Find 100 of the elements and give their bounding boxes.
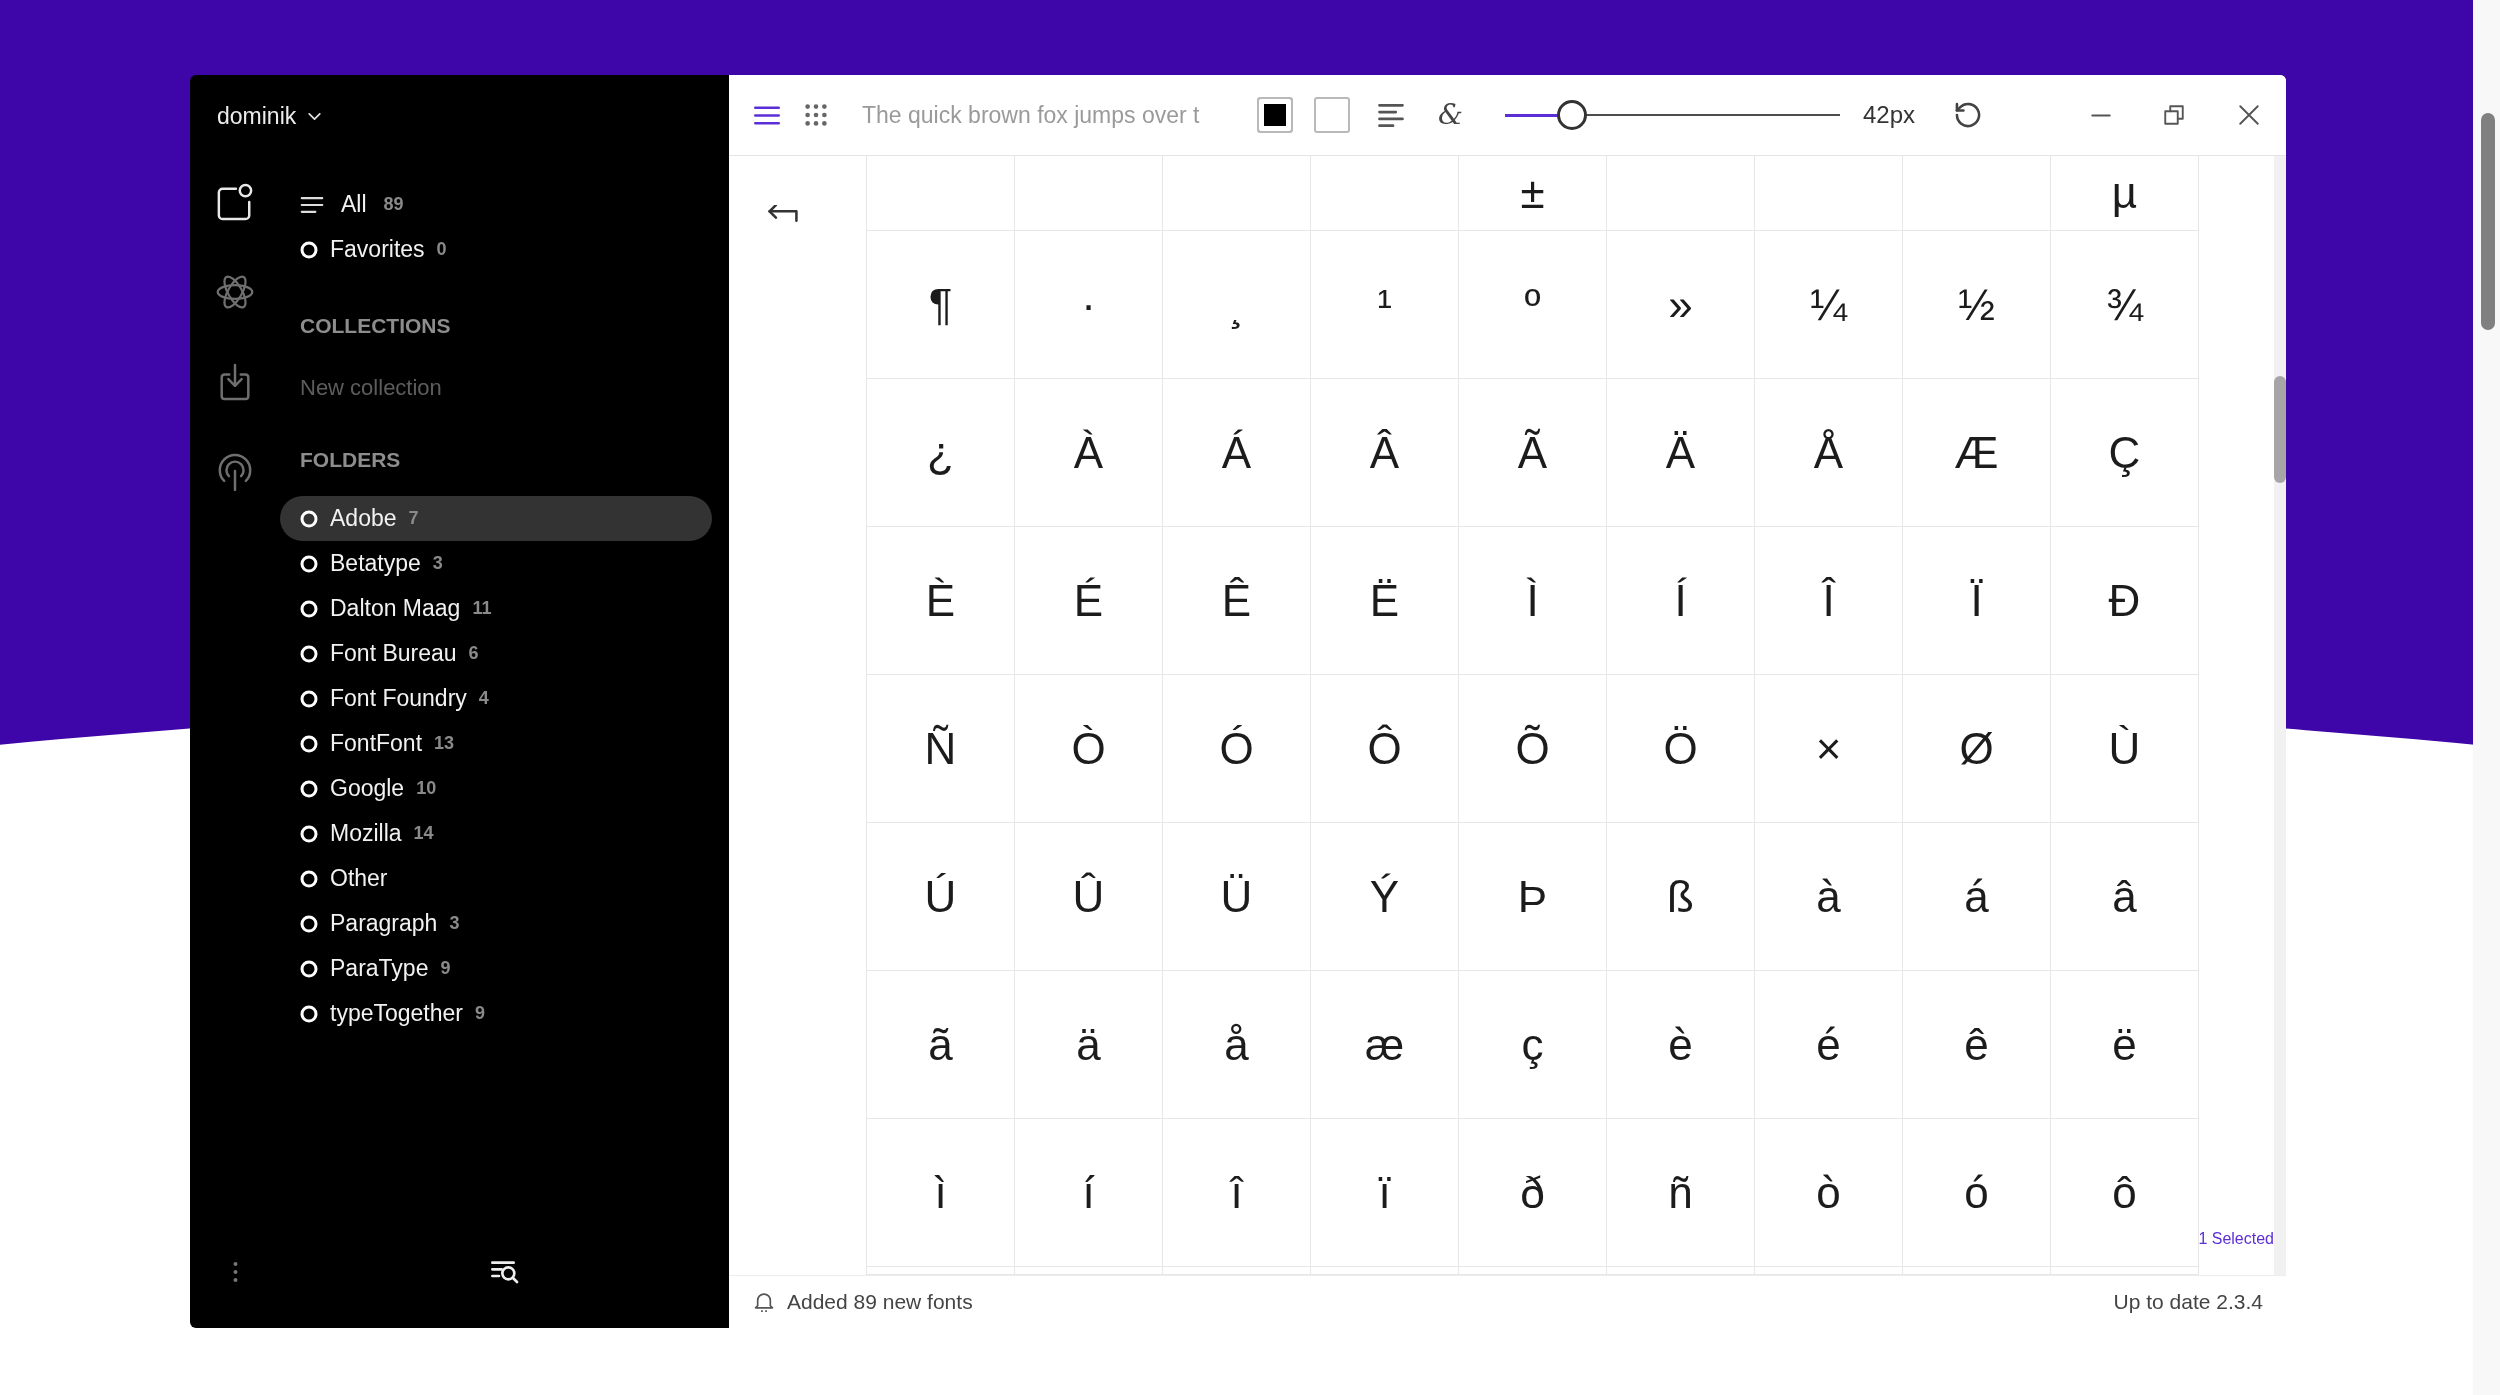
folder-item[interactable]: Adobe 7	[280, 496, 712, 541]
glyph-cell[interactable]: à	[1755, 823, 1903, 971]
glyph-cell[interactable]: Ç	[2051, 379, 2199, 527]
glyph-cell[interactable]	[1311, 156, 1459, 231]
scrollbar-thumb[interactable]	[2274, 376, 2286, 483]
glyph-cell[interactable]: æ	[1311, 971, 1459, 1119]
close-icon[interactable]	[2239, 105, 2259, 125]
folder-item[interactable]: ParaType 9	[280, 946, 712, 991]
folder-item[interactable]: Other	[280, 856, 712, 901]
glyph-cell[interactable]: Ø	[1903, 675, 2051, 823]
glyph-cell[interactable]	[867, 156, 1015, 231]
glyph-cell[interactable]: È	[867, 527, 1015, 675]
scrollbar-thumb[interactable]	[2481, 113, 2495, 330]
glyph-cell[interactable]: Ù	[2051, 675, 2199, 823]
folder-item[interactable]: Font Foundry 4	[280, 676, 712, 721]
glyph-cell[interactable]: ë	[2051, 971, 2199, 1119]
glyph-cell[interactable]: Ì	[1459, 527, 1607, 675]
glyph-cell[interactable]: å	[1163, 971, 1311, 1119]
glyph-cell[interactable]: Å	[1755, 379, 1903, 527]
glyph-cell[interactable]: Û	[1015, 823, 1163, 971]
align-left-icon[interactable]	[1378, 103, 1404, 127]
glyph-cell[interactable]: Î	[1755, 527, 1903, 675]
user-menu-button[interactable]: dominik	[217, 102, 322, 130]
glyph-cell[interactable]: Ò	[1015, 675, 1163, 823]
glyph-cell[interactable]: Á	[1163, 379, 1311, 527]
minimize-icon[interactable]	[2091, 113, 2111, 117]
glyph-cell[interactable]: á	[1903, 823, 2051, 971]
color-swatch[interactable]	[1257, 97, 1293, 133]
slider-thumb[interactable]	[1556, 100, 1587, 130]
glyph-cell[interactable]: ç	[1459, 971, 1607, 1119]
glyph-cell[interactable]	[1903, 156, 2051, 231]
glyph-cell[interactable]: ¶	[867, 231, 1015, 379]
glyph-cell[interactable]: Ð	[2051, 527, 2199, 675]
folder-item[interactable]: Google 10	[280, 766, 712, 811]
glyph-cell[interactable]: ò	[1755, 1119, 1903, 1267]
new-collection-field[interactable]: New collection	[300, 365, 600, 410]
nav-item[interactable]: All 89	[280, 182, 712, 227]
glyph-cell[interactable]: ï	[1311, 1119, 1459, 1267]
glyph-cell[interactable]: ó	[1903, 1119, 2051, 1267]
broadcast-icon[interactable]	[216, 453, 254, 491]
glyph-cell[interactable]: Ö	[1607, 675, 1755, 823]
glyph-cell[interactable]: Ó	[1163, 675, 1311, 823]
glyph-cell[interactable]: ã	[867, 971, 1015, 1119]
glyph-cell[interactable]: º	[1459, 231, 1607, 379]
folder-item[interactable]: Betatype 3	[280, 541, 712, 586]
glyph-cell[interactable]: ¼	[1755, 231, 1903, 379]
grid-view-icon[interactable]	[805, 104, 827, 126]
folder-item[interactable]: Mozilla 14	[280, 811, 712, 856]
glyph-cell[interactable]	[1607, 156, 1755, 231]
glyph-cell[interactable]: ñ	[1607, 1119, 1755, 1267]
search-list-icon[interactable]	[490, 1260, 519, 1284]
glyph-cell[interactable]: Â	[1311, 379, 1459, 527]
reset-icon[interactable]	[1955, 102, 1981, 128]
glyph-cell[interactable]: é	[1755, 971, 1903, 1119]
color-swatch[interactable]	[1314, 97, 1350, 133]
glyph-cell[interactable]: ¾	[2051, 231, 2199, 379]
glyph-cell[interactable]: Ô	[1311, 675, 1459, 823]
glyph-cell[interactable]: ¹	[1311, 231, 1459, 379]
glyph-cell[interactable]	[1015, 156, 1163, 231]
folder-item[interactable]: Dalton Maag 11	[280, 586, 712, 631]
glyph-cell[interactable]: Ñ	[867, 675, 1015, 823]
glyph-cell[interactable]: í	[1015, 1119, 1163, 1267]
glyph-cell[interactable]: ·	[1015, 231, 1163, 379]
folder-item[interactable]: FontFont 13	[280, 721, 712, 766]
glyph-cell[interactable]: Ú	[867, 823, 1015, 971]
folder-item[interactable]: Font Bureau 6	[280, 631, 712, 676]
glyph-cell[interactable]: ð	[1459, 1119, 1607, 1267]
glyph-cell[interactable]: ì	[867, 1119, 1015, 1267]
glyph-cell[interactable]: Í	[1607, 527, 1755, 675]
glyph-cell[interactable]: ¸	[1163, 231, 1311, 379]
ligatures-button[interactable]: &	[1438, 101, 1463, 129]
glyph-cell[interactable]: Ï	[1903, 527, 2051, 675]
glyph-cell[interactable]: Ë	[1311, 527, 1459, 675]
glyph-cell[interactable]: Ã	[1459, 379, 1607, 527]
glyph-cell[interactable]: »	[1607, 231, 1755, 379]
glyph-cell[interactable]: ê	[1903, 971, 2051, 1119]
nav-item[interactable]: Favorites 0	[280, 227, 712, 272]
glyph-cell[interactable]: Þ	[1459, 823, 1607, 971]
glyph-cell[interactable]: è	[1607, 971, 1755, 1119]
restore-icon[interactable]	[2164, 105, 2184, 125]
atom-icon[interactable]	[216, 273, 254, 311]
glyph-cell[interactable]: ô	[2051, 1119, 2199, 1267]
app-badge-icon[interactable]	[216, 183, 254, 221]
folder-item[interactable]: Paragraph 3	[280, 901, 712, 946]
more-icon[interactable]	[232, 1261, 238, 1283]
glyph-cell[interactable]	[1163, 156, 1311, 231]
back-arrow-icon[interactable]	[768, 205, 798, 224]
glyph-cell[interactable]: Õ	[1459, 675, 1607, 823]
glyph-cell[interactable]: ½	[1903, 231, 2051, 379]
glyph-cell[interactable]: Ü	[1163, 823, 1311, 971]
glyph-cell[interactable]: Ê	[1163, 527, 1311, 675]
glyph-cell[interactable]: Ä	[1607, 379, 1755, 527]
glyph-cell[interactable]	[1755, 156, 1903, 231]
glyph-cell[interactable]: ×	[1755, 675, 1903, 823]
folder-item[interactable]: typeTogether 9	[280, 991, 712, 1036]
glyph-cell[interactable]: ß	[1607, 823, 1755, 971]
glyph-cell[interactable]: â	[2051, 823, 2199, 971]
glyph-cell[interactable]: ¿	[867, 379, 1015, 527]
list-view-icon[interactable]	[754, 105, 780, 125]
glyph-cell[interactable]: ä	[1015, 971, 1163, 1119]
